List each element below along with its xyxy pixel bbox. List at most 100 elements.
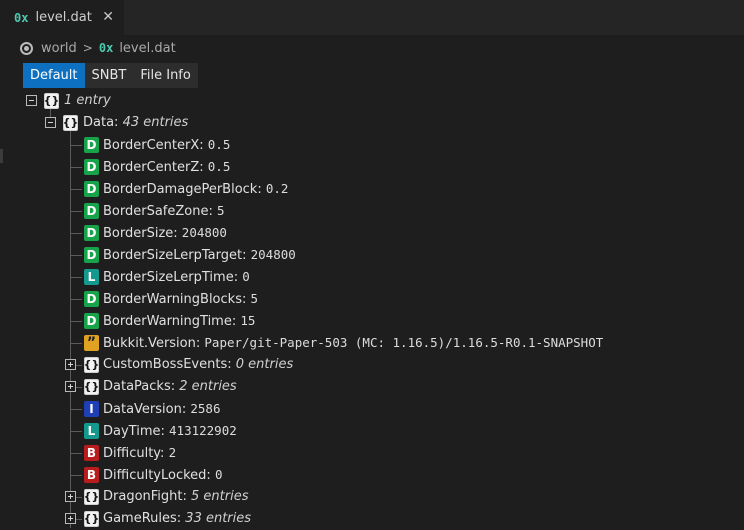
tree-row[interactable]: ” Bukkit.Version: Paper/git-Paper-503 (MC… bbox=[0, 332, 744, 354]
entry-key: BorderCenterX: bbox=[103, 138, 204, 153]
int-tag-icon: I bbox=[84, 401, 99, 417]
tree-row-label: BorderSizeLerpTime: 0 bbox=[103, 268, 250, 287]
tree-row[interactable]: B DifficultyLocked: 0 bbox=[0, 464, 744, 486]
entry-count: 1 entry bbox=[64, 93, 111, 108]
collapse-icon[interactable] bbox=[45, 117, 56, 128]
compound-icon: {} bbox=[43, 93, 60, 109]
entry-count: 2 entries bbox=[179, 379, 237, 394]
tab-title: level.dat bbox=[35, 10, 92, 25]
tree-row-label: BorderCenterZ: 0.5 bbox=[103, 158, 230, 177]
entry-value: 0.5 bbox=[207, 137, 231, 152]
entry-key: BorderSizeLerpTarget: bbox=[103, 248, 247, 263]
entry-key: Data: bbox=[83, 115, 119, 130]
expand-icon[interactable] bbox=[65, 513, 76, 524]
entry-key: Difficulty: bbox=[103, 446, 165, 461]
tree-row-label: BorderCenterX: 0.5 bbox=[103, 136, 230, 155]
tree-row[interactable]: {} CustomBossEvents: 0 entries bbox=[0, 354, 744, 376]
double-tag-icon: D bbox=[84, 225, 99, 241]
tree-guide bbox=[70, 277, 82, 278]
byte-tag-icon: B bbox=[84, 445, 99, 461]
collapse-icon[interactable] bbox=[26, 95, 37, 106]
tree-guide bbox=[70, 299, 82, 300]
tree-row-label: Bukkit.Version: Paper/git-Paper-503 (MC:… bbox=[103, 334, 603, 353]
entry-value: 413122902 bbox=[169, 423, 237, 438]
chevron-right-icon: > bbox=[82, 41, 93, 55]
breadcrumb-file[interactable]: level.dat bbox=[119, 41, 175, 56]
entry-key: DragonFight: bbox=[103, 489, 187, 504]
tree-guide bbox=[70, 189, 82, 190]
tree-row-label: BorderWarningBlocks: 5 bbox=[103, 290, 258, 309]
entry-count: 33 entries bbox=[185, 511, 252, 526]
long-tag-icon: L bbox=[84, 269, 99, 285]
tree-row[interactable]: B Difficulty: 2 bbox=[0, 442, 744, 464]
long-tag-icon: L bbox=[84, 423, 99, 439]
tree-guide bbox=[70, 211, 82, 212]
tree-row-label: Difficulty: 2 bbox=[103, 444, 176, 463]
breadcrumb: world > 0x level.dat bbox=[20, 38, 176, 58]
tree-guide bbox=[70, 255, 82, 256]
entry-key: BorderCenterZ: bbox=[103, 160, 204, 175]
tab-snbt[interactable]: SNBT bbox=[85, 63, 134, 88]
tree-row[interactable]: L DayTime: 413122902 bbox=[0, 420, 744, 442]
breadcrumb-world[interactable]: world bbox=[41, 41, 77, 56]
double-tag-icon: D bbox=[84, 137, 99, 153]
tree-row[interactable]: D BorderDamagePerBlock: 0.2 bbox=[0, 178, 744, 200]
compound-icon: {} bbox=[83, 489, 100, 505]
entry-value: 0 bbox=[214, 467, 223, 482]
nbt-file-icon: 0x bbox=[98, 41, 114, 55]
compound-icon: {} bbox=[83, 379, 100, 395]
entry-value: 5 bbox=[217, 203, 225, 218]
tree-guide bbox=[70, 409, 82, 410]
tree-row-label: GameRules: 33 entries bbox=[103, 510, 251, 528]
double-tag-icon: D bbox=[84, 247, 99, 263]
tree-guide bbox=[70, 233, 82, 234]
tree-row[interactable]: D BorderSafeZone: 5 bbox=[0, 200, 744, 222]
tree-guide bbox=[70, 145, 82, 146]
tree-row[interactable]: D BorderWarningTime: 15 bbox=[0, 310, 744, 332]
entry-key: BorderSizeLerpTime: bbox=[103, 270, 239, 285]
tree-row-label: DataPacks: 2 entries bbox=[103, 378, 237, 396]
double-tag-icon: D bbox=[84, 203, 99, 219]
tree-row-label: DataVersion: 2586 bbox=[103, 400, 220, 419]
entry-key: GameRules: bbox=[103, 511, 182, 526]
entry-value: 5 bbox=[250, 291, 259, 306]
tree-guide bbox=[70, 475, 82, 476]
tree-row[interactable]: {} DragonFight: 5 entries bbox=[0, 486, 744, 508]
tab-default[interactable]: Default bbox=[23, 63, 85, 88]
entry-value: 2586 bbox=[190, 401, 221, 416]
compound-icon: {} bbox=[83, 511, 100, 527]
compound-icon: {} bbox=[83, 357, 100, 373]
entry-value: 0 bbox=[242, 269, 250, 284]
tree-guide bbox=[70, 431, 82, 432]
tree-row-data[interactable]: {} Data: 43 entries bbox=[0, 112, 744, 134]
tree-row[interactable]: D BorderSizeLerpTarget: 204800 bbox=[0, 244, 744, 266]
tree-row[interactable]: {} GameRules: 33 entries bbox=[0, 508, 744, 530]
tree-row[interactable]: D BorderCenterZ: 0.5 bbox=[0, 156, 744, 178]
entry-count: 5 entries bbox=[191, 489, 249, 504]
compound-icon: {} bbox=[62, 115, 79, 131]
expand-icon[interactable] bbox=[65, 359, 76, 370]
tree-row-label: BorderDamagePerBlock: 0.2 bbox=[103, 180, 288, 199]
entry-key: BorderDamagePerBlock: bbox=[103, 182, 262, 197]
tab-file-info[interactable]: File Info bbox=[133, 63, 198, 88]
entry-value: Paper/git-Paper-503 (MC: 1.16.5)/1.16.5-… bbox=[204, 335, 604, 350]
tree-row[interactable]: D BorderCenterX: 0.5 bbox=[0, 134, 744, 156]
expand-icon[interactable] bbox=[65, 381, 76, 392]
tree-row-label: BorderSizeLerpTarget: 204800 bbox=[103, 246, 296, 265]
entry-key: BorderWarningBlocks: bbox=[103, 292, 247, 307]
tree-row-label: DragonFight: 5 entries bbox=[103, 488, 249, 506]
entry-key: DifficultyLocked: bbox=[103, 468, 211, 483]
tree-row[interactable]: D BorderWarningBlocks: 5 bbox=[0, 288, 744, 310]
tree-row[interactable]: D BorderSize: 204800 bbox=[0, 222, 744, 244]
tree-guide bbox=[70, 167, 82, 168]
string-tag-icon: ” bbox=[84, 335, 99, 351]
tree-guide bbox=[70, 453, 82, 454]
entry-value: 15 bbox=[240, 313, 256, 328]
tree-row[interactable]: L BorderSizeLerpTime: 0 bbox=[0, 266, 744, 288]
editor-tab-level-dat[interactable]: 0x level.dat ✕ bbox=[0, 0, 124, 35]
expand-icon[interactable] bbox=[65, 491, 76, 502]
tree-row[interactable]: {} DataPacks: 2 entries bbox=[0, 376, 744, 398]
tree-row-root[interactable]: {} 1 entry bbox=[0, 90, 744, 112]
tree-row[interactable]: I DataVersion: 2586 bbox=[0, 398, 744, 420]
close-icon[interactable]: ✕ bbox=[102, 9, 114, 25]
